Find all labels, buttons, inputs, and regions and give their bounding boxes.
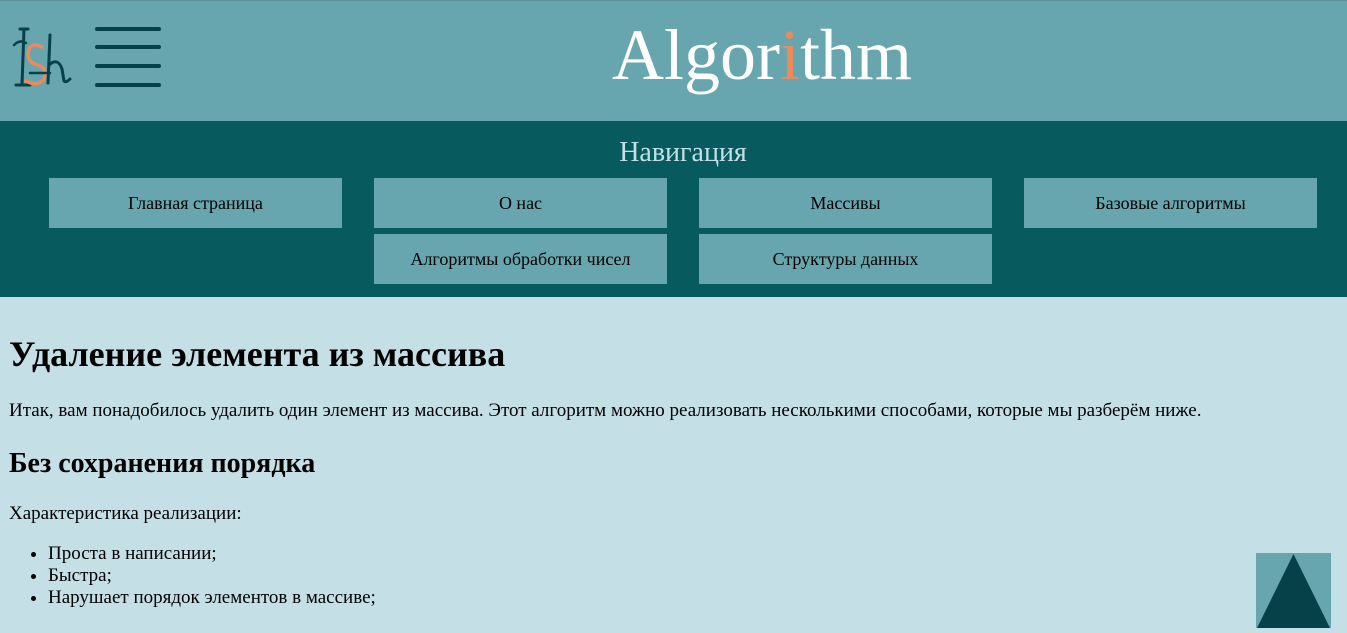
site-title-part: Algor	[612, 15, 780, 95]
menu-line	[95, 45, 161, 49]
list-item: Нарушает порядок элементов в массиве;	[48, 587, 376, 609]
navigation-panel: Навигация Главная страница О нас Массивы…	[0, 121, 1347, 297]
hamburger-menu-icon[interactable]	[95, 27, 161, 89]
section-title: Без сохранения порядка	[9, 448, 316, 479]
list-item: Проста в написании;	[48, 543, 376, 565]
nav-item-data-structures[interactable]: Структуры данных	[699, 234, 992, 284]
page-title: Удаление элемента из массива	[9, 334, 506, 374]
scroll-to-top-button[interactable]	[1256, 553, 1331, 628]
intro-paragraph: Итак, вам понадобилось удалить один элем…	[9, 400, 1202, 421]
menu-line	[95, 64, 161, 68]
nav-item-number-algorithms[interactable]: Алгоритмы обработки чисел	[374, 234, 667, 284]
ish-logo-icon[interactable]	[12, 25, 74, 91]
characteristic-label: Характеристика реализации:	[9, 503, 242, 524]
nav-item-home[interactable]: Главная страница	[49, 178, 342, 228]
nav-item-basic-algorithms[interactable]: Базовые алгоритмы	[1024, 178, 1317, 228]
menu-line	[95, 27, 161, 31]
site-title: Algorithm	[612, 11, 912, 99]
nav-heading: Навигация	[619, 137, 747, 168]
list-item: Быстра;	[48, 565, 376, 587]
menu-line	[95, 83, 161, 87]
site-header: Algorithm	[0, 0, 1347, 121]
site-title-part: thm	[800, 15, 913, 95]
nav-item-about[interactable]: О нас	[374, 178, 667, 228]
features-list: Проста в написании; Быстра; Нарушает пор…	[9, 543, 376, 609]
arrow-up-triangle-icon	[1257, 554, 1330, 628]
site-title-accent-letter: i	[779, 15, 800, 95]
nav-item-arrays[interactable]: Массивы	[699, 178, 992, 228]
